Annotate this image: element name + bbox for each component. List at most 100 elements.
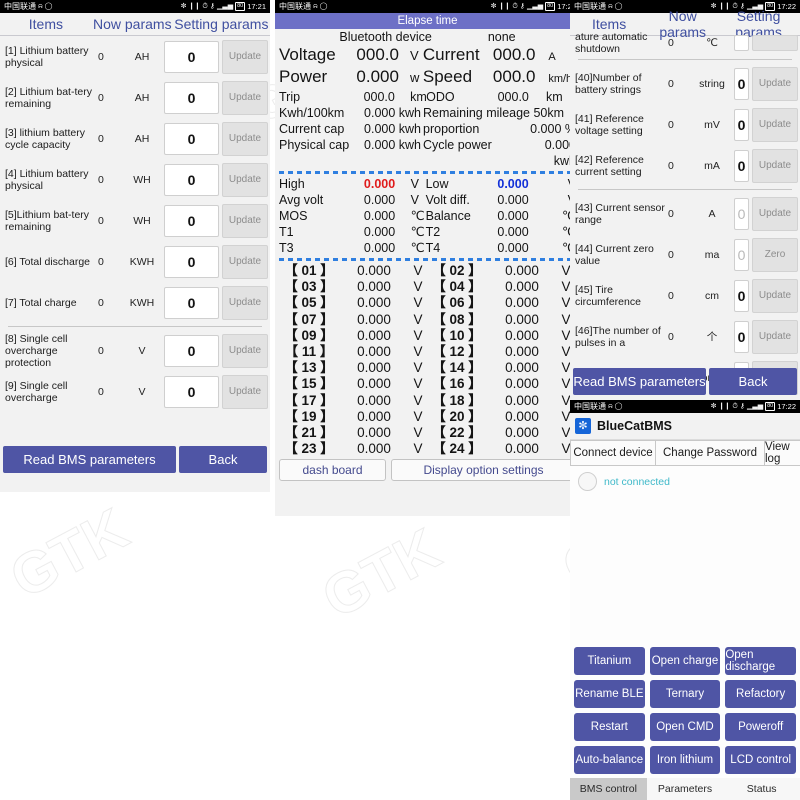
update-button[interactable]: Update: [222, 333, 268, 368]
update-button[interactable]: Update: [752, 196, 798, 231]
param-input[interactable]: 0: [734, 149, 749, 182]
param-input[interactable]: 0: [734, 320, 749, 353]
table-row: [8] Single cell overcharge protection 0 V 0…: [0, 330, 270, 371]
param-input[interactable]: 0: [164, 245, 219, 278]
read-bms-parameters-button[interactable]: Read BMS parameters: [573, 368, 706, 395]
poweroff-button[interactable]: Poweroff: [725, 713, 796, 741]
dash-board-button[interactable]: dash board: [279, 459, 386, 482]
battery-icon: 80: [765, 402, 776, 411]
param-label: [2] Lithium bat-tery remaining: [5, 85, 92, 110]
view-log-button[interactable]: View log: [764, 440, 800, 466]
param-now-value: 0: [668, 248, 674, 261]
stat-row: T1 0.000 ℃ T2 0.000 ℃: [279, 224, 576, 240]
status-bar-left: 中国联通 ⍾ ◯ ✼ ❙❙ ⏱ ⚷ ▁▃▅ 80 17:21: [0, 0, 270, 13]
param-input[interactable]: 0: [164, 81, 219, 114]
update-button[interactable]: Update: [222, 374, 268, 409]
read-bms-parameters-button[interactable]: Read BMS parameters: [3, 446, 176, 473]
change-password-button[interactable]: Change Password: [655, 440, 765, 466]
param-input[interactable]: 0: [734, 67, 749, 100]
param-input[interactable]: 0: [734, 279, 749, 312]
update-button[interactable]: Update: [752, 319, 798, 354]
stat-label: Avg volt: [279, 193, 324, 207]
cell-voltage-2: 0.000: [505, 263, 539, 278]
param-label: [45] Tire circumference: [575, 283, 641, 308]
update-button[interactable]: Update: [752, 278, 798, 313]
param-input[interactable]: 0: [734, 197, 749, 230]
param-label: [40]Number of battery strings: [575, 71, 642, 96]
readout-label-2: ODO: [426, 90, 455, 104]
param-input[interactable]: 0: [734, 108, 749, 141]
param-input[interactable]: 0: [734, 238, 749, 271]
bluecat-action-buttons: Connect device Change Password View log: [570, 440, 800, 466]
param-input[interactable]: 0: [164, 375, 219, 408]
capacity-readouts: Kwh/100km 0.000 kwh Remaining mileage 50km…: [279, 105, 576, 169]
param-unit: cm: [705, 289, 719, 302]
param-unit: mA: [704, 159, 720, 172]
param-input[interactable]: 0: [164, 286, 219, 319]
tab-parameters[interactable]: Parameters: [646, 778, 724, 800]
cell-unit: V: [413, 263, 423, 278]
open-discharge-button[interactable]: Open discharge: [725, 647, 796, 675]
tab-bms-control[interactable]: BMS control: [570, 778, 647, 800]
readout-label-2: proportion: [423, 122, 480, 136]
display-option-settings-button[interactable]: Display option settings: [391, 459, 576, 482]
lcd-control-button[interactable]: LCD control: [725, 746, 796, 774]
refactory-button[interactable]: Refactory: [725, 680, 796, 708]
param-input[interactable]: 0: [164, 204, 219, 237]
back-button[interactable]: Back: [709, 368, 797, 395]
cell-index: 【 21 】: [284, 425, 334, 441]
param-input[interactable]: 0: [164, 40, 219, 73]
auto-balance-button[interactable]: Auto-balance: [574, 746, 645, 774]
open-cmd-button[interactable]: Open CMD: [649, 713, 721, 741]
cell-unit: V: [413, 360, 423, 376]
stat-value: 0.000: [363, 193, 396, 207]
update-button[interactable]: Update: [222, 80, 268, 115]
update-button[interactable]: [752, 35, 798, 51]
bluetooth-icon: ✼: [575, 418, 591, 434]
param-now-value: 0: [98, 296, 104, 309]
trip-readouts: Trip 000.0 km ODO 000.0 km: [279, 89, 576, 105]
stat-label-2: Volt diff.: [425, 193, 470, 207]
param-label: [1] Lithium battery physical: [5, 44, 89, 69]
update-button[interactable]: Update: [752, 66, 798, 101]
param-label: [41] Reference voltage setting: [575, 112, 644, 137]
restart-button[interactable]: Restart: [574, 713, 645, 741]
back-button[interactable]: Back: [179, 446, 267, 473]
readout-label-2: Cycle power: [423, 138, 492, 152]
titanium-button[interactable]: Titanium: [574, 647, 645, 675]
dashboard-panel: 中国联通 ⍾ ◯ ✼ ❙❙ ⏱ ⚷ ▁▃▅ 80 17:22 Elapse ti…: [275, 0, 580, 516]
section-divider: [578, 59, 792, 60]
cell-row: 【 15 】 0.000 V 【 16 】 0.000 V: [279, 376, 576, 392]
rename-ble-button[interactable]: Rename BLE: [574, 680, 645, 708]
status-bar-bluecat: 中国联通 ⍾ ◯ ✼ ❙❙ ⏱ ⚷ ▁▃▅ 80 17:22: [570, 400, 800, 413]
column-header-setting-params: Setting params: [174, 16, 269, 32]
zero-button[interactable]: Zero: [752, 237, 798, 272]
cell-unit: V: [413, 408, 423, 424]
param-now-value: 0: [98, 173, 104, 186]
ternary-button[interactable]: Ternary: [649, 680, 721, 708]
update-button[interactable]: Update: [222, 203, 268, 238]
param-input[interactable]: 0: [164, 122, 219, 155]
update-button[interactable]: Update: [222, 162, 268, 197]
update-button[interactable]: Update: [752, 107, 798, 142]
open-charge-button[interactable]: Open charge: [649, 647, 721, 675]
cell-voltage-2: 0.000: [505, 376, 539, 392]
update-button[interactable]: Update: [752, 148, 798, 183]
divider-dashed-bottom: [279, 258, 576, 261]
param-unit: AH: [134, 50, 150, 63]
param-input[interactable]: [734, 35, 749, 51]
tab-status[interactable]: Status: [723, 778, 800, 800]
param-input[interactable]: 0: [164, 334, 219, 367]
param-input[interactable]: 0: [164, 163, 219, 196]
update-button[interactable]: Update: [222, 121, 268, 156]
update-button[interactable]: Update: [222, 285, 268, 320]
update-button[interactable]: Update: [222, 244, 268, 279]
cell-voltage-2: 0.000: [505, 311, 539, 327]
param-unit: WH: [133, 173, 151, 186]
table-row: [7] Total charge 0 KWH 0 Update: [0, 282, 270, 323]
connect-device-button[interactable]: Connect device: [570, 440, 656, 466]
update-button[interactable]: Update: [222, 39, 268, 74]
iron-lithium-button[interactable]: Iron lithium: [649, 746, 721, 774]
bluetooth-icon: ✼: [490, 3, 497, 10]
table-row-clipped: ature automatic shutdown 0 ℃: [570, 30, 800, 56]
